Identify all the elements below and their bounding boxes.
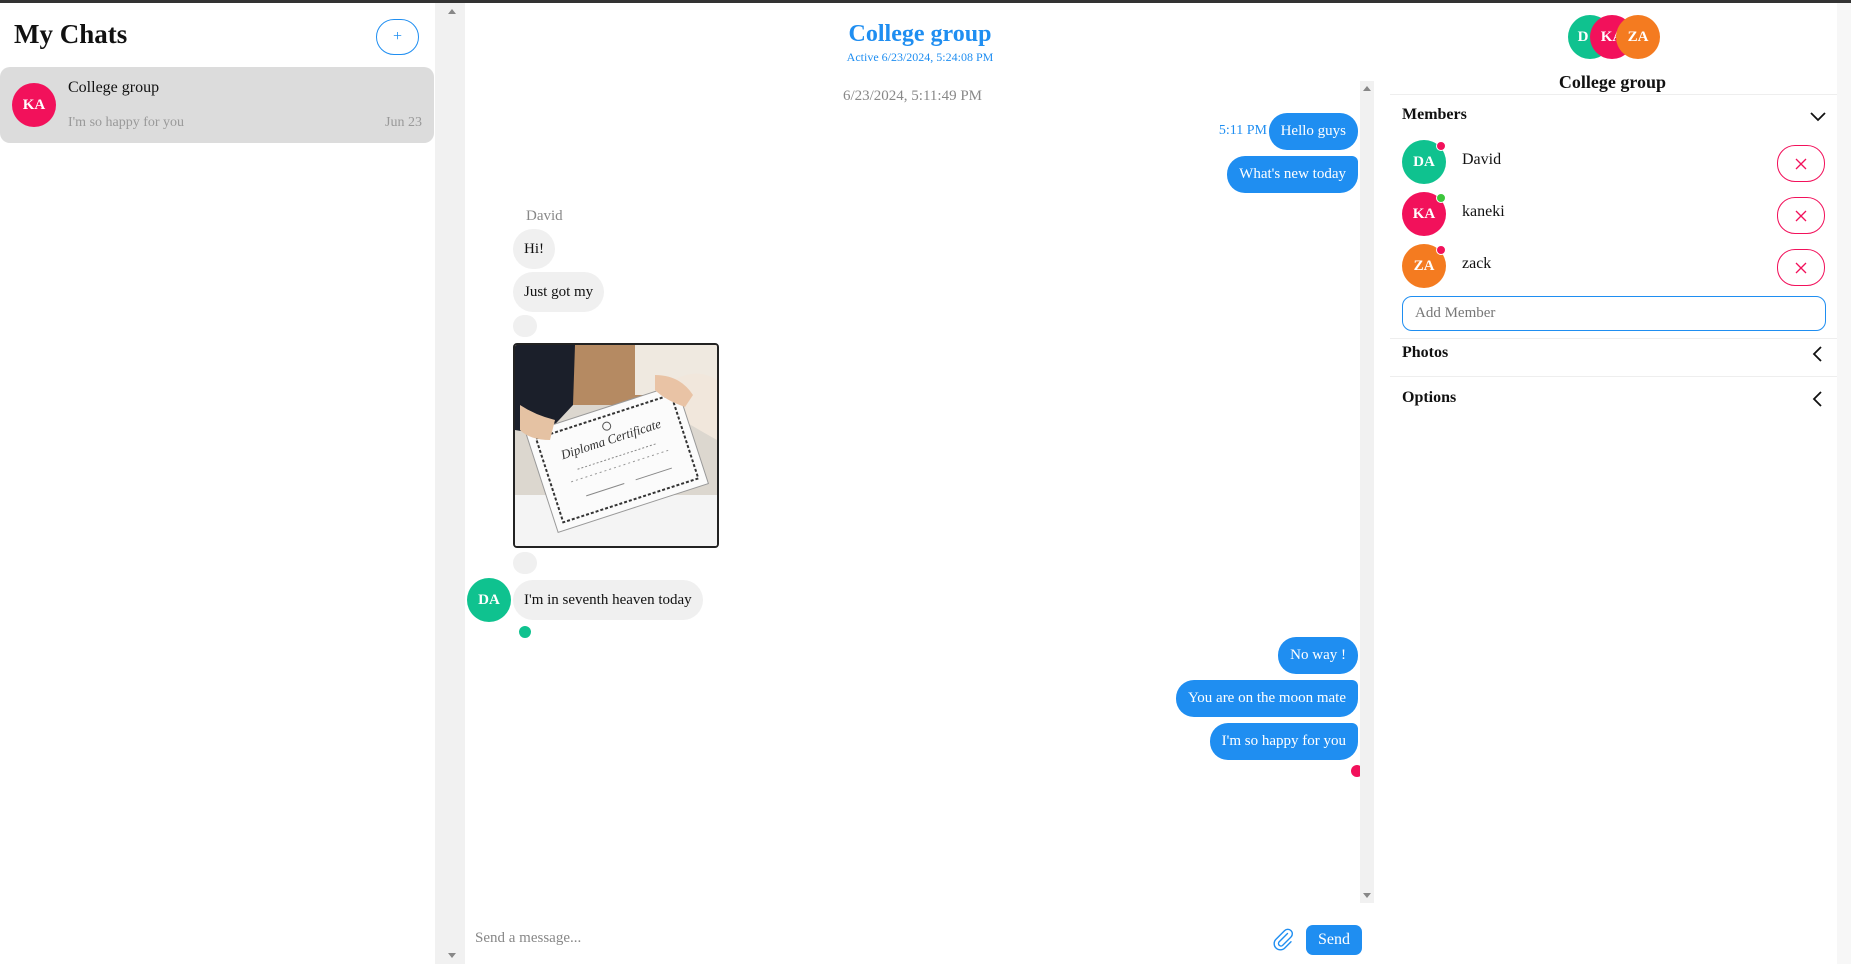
status-dot	[1436, 245, 1446, 255]
members-section-title: Members	[1402, 106, 1467, 123]
incoming-message: I'm in seventh heaven today	[513, 580, 703, 620]
read-receipt-dot	[519, 626, 531, 638]
options-section-title: Options	[1402, 389, 1457, 406]
scroll-up-icon[interactable]	[1363, 86, 1371, 91]
conversation-panel: College group Active 6/23/2024, 5:24:08 …	[465, 3, 1375, 964]
status-dot	[1436, 193, 1446, 203]
outgoing-message: You are on the moon mate	[1175, 680, 1358, 717]
avatar: ZA	[1616, 15, 1660, 59]
chat-name: College group	[68, 79, 160, 96]
close-icon	[1795, 262, 1807, 273]
scroll-down-icon[interactable]	[1363, 893, 1371, 898]
chat-details-panel: D KA ZA College group Members DA David K…	[1390, 3, 1851, 964]
divider	[1390, 338, 1842, 339]
status-dot	[1436, 141, 1446, 151]
message-scrollbar[interactable]	[1360, 81, 1374, 903]
message-list[interactable]: 6/23/2024, 5:11:49 PM 5:11 PM Hello guys…	[465, 81, 1363, 903]
remove-member-button[interactable]	[1777, 249, 1825, 286]
chevron-left-icon[interactable]	[1809, 390, 1827, 408]
remove-member-button[interactable]	[1777, 145, 1825, 182]
divider	[1390, 94, 1842, 95]
incoming-message-empty	[513, 552, 537, 574]
chat-list-title: My Chats	[14, 19, 128, 49]
chevron-down-icon[interactable]	[1809, 107, 1827, 125]
send-button[interactable]: Send	[1306, 925, 1362, 955]
incoming-message-empty	[513, 315, 537, 337]
date-stamp: 6/23/2024, 5:11:49 PM	[842, 88, 983, 104]
message-input[interactable]	[475, 923, 1255, 953]
avatar: DA	[467, 578, 511, 622]
outgoing-message: No way !	[1278, 637, 1358, 674]
outgoing-message: What's new today	[1227, 156, 1358, 193]
shared-photo[interactable]: Diploma Certificate	[513, 343, 719, 548]
chat-last-message: I'm so happy for you	[68, 115, 185, 130]
chevron-left-icon[interactable]	[1809, 345, 1827, 363]
outgoing-message: Hello guys	[1268, 113, 1358, 150]
member-name: kaneki	[1462, 203, 1505, 220]
scroll-down-icon[interactable]	[448, 953, 456, 958]
certificate-photo: Diploma Certificate	[515, 345, 717, 546]
conversation-title: College group	[848, 21, 992, 47]
outgoing-message: I'm so happy for you	[1209, 723, 1358, 760]
incoming-message: Just got my	[513, 272, 605, 312]
chat-list-item[interactable]: KA College group I'm so happy for you Ju…	[0, 67, 434, 143]
new-chat-button[interactable]: +	[376, 19, 419, 55]
conversation-active-status: Active 6/23/2024, 5:24:08 PM	[846, 50, 994, 64]
chat-date: Jun 23	[385, 115, 422, 130]
message-time: 5:11 PM	[1218, 123, 1267, 138]
details-title: College group	[1558, 72, 1667, 92]
paperclip-icon[interactable]	[1271, 927, 1295, 951]
scroll-up-icon[interactable]	[448, 9, 456, 14]
avatar: KA	[12, 83, 56, 127]
incoming-message: Hi!	[513, 229, 555, 269]
member-name: zack	[1462, 255, 1492, 272]
chat-list-panel: My Chats + KA College group I'm so happy…	[0, 3, 435, 964]
message-composer: Send	[465, 913, 1375, 963]
divider	[1390, 376, 1842, 377]
close-icon	[1795, 210, 1807, 221]
sender-name: David	[526, 208, 563, 224]
photos-section-title: Photos	[1402, 344, 1449, 361]
member-name: David	[1462, 151, 1502, 168]
details-scrollbar[interactable]	[1837, 3, 1851, 964]
center-scrollbar[interactable]	[439, 3, 465, 964]
remove-member-button[interactable]	[1777, 197, 1825, 234]
close-icon	[1795, 158, 1807, 169]
add-member-input[interactable]	[1402, 296, 1826, 331]
